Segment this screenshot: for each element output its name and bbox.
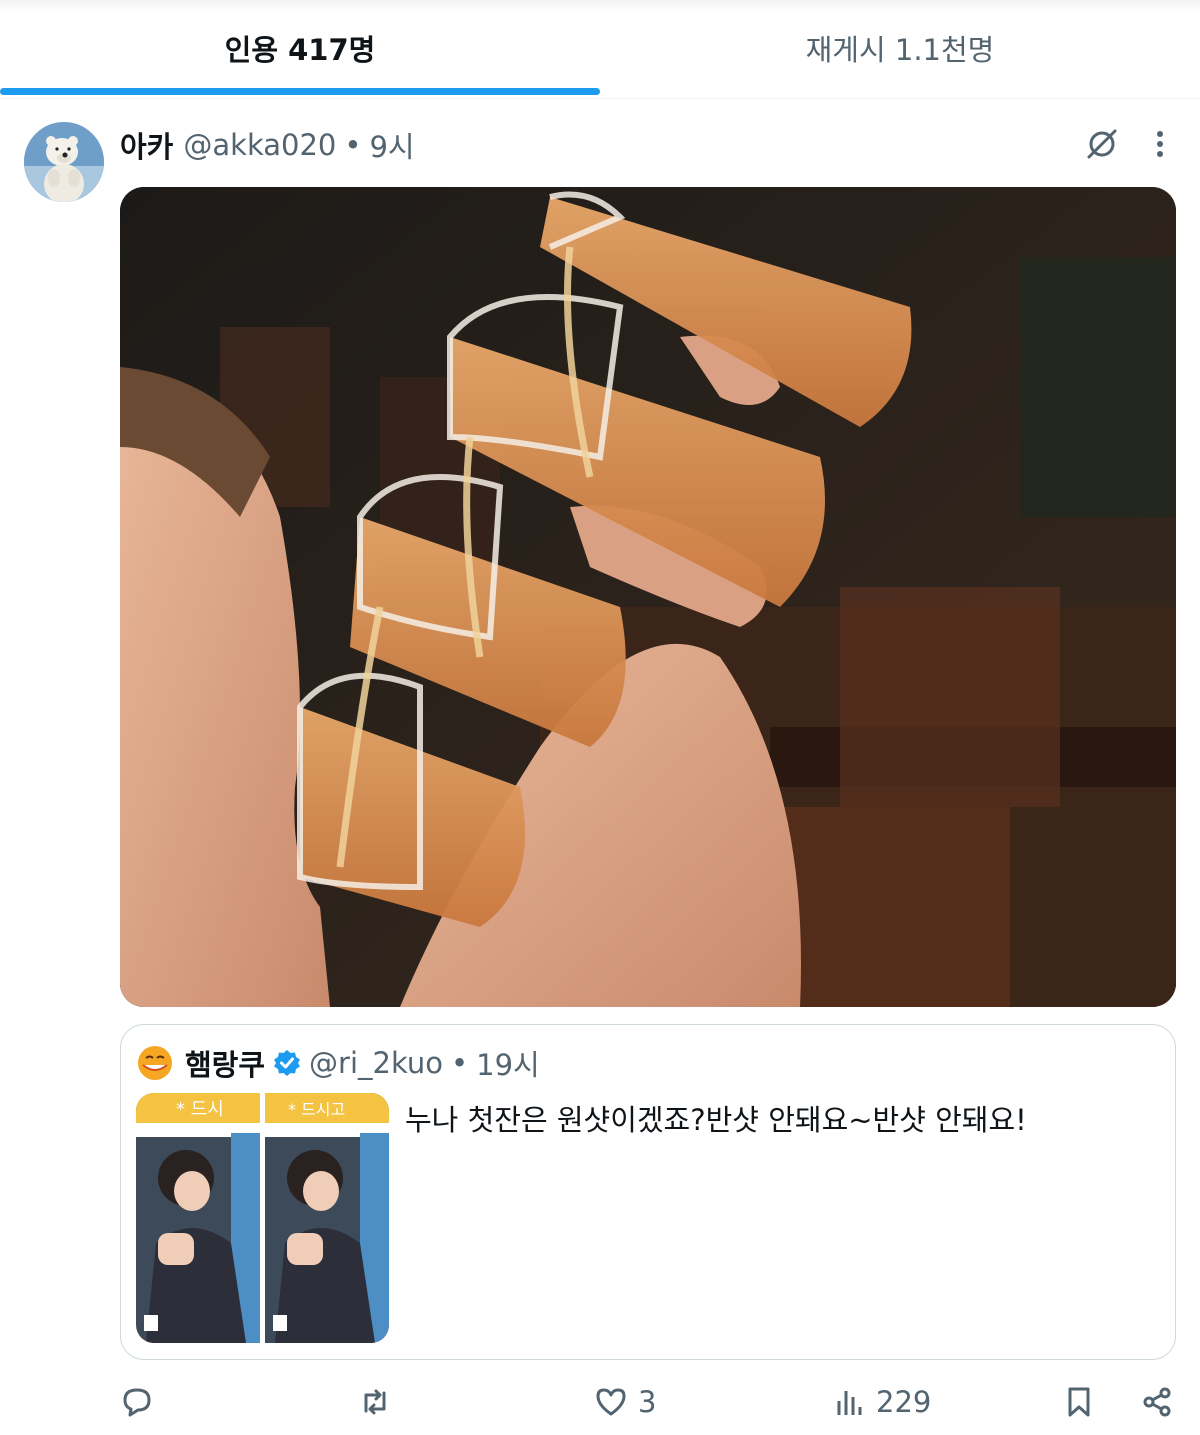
separator-dot: • <box>344 128 362 162</box>
repost-button[interactable] <box>358 1378 392 1426</box>
verified-badge-icon <box>274 1050 301 1076</box>
view-count: 229 <box>876 1385 932 1419</box>
tab-reposts[interactable]: 재게시 1.1천명 <box>600 0 1200 96</box>
thumb-sign-right: * 드시고 <box>288 1100 345 1119</box>
polar-bear-avatar-image <box>24 122 104 202</box>
share-icon <box>1143 1387 1171 1417</box>
heart-icon <box>596 1388 626 1416</box>
tab-selected-indicator <box>0 88 600 95</box>
grok-icon[interactable] <box>1084 126 1120 162</box>
quoted-display-name[interactable]: 햄랑쿠 <box>185 1042 265 1084</box>
like-button[interactable]: 3 <box>594 1378 656 1426</box>
quoted-tweet-card[interactable]: 햄랑쿠 @ri_2kuo • 19시 * 드시 * 드시고 누나 첫잔은 원샷이… <box>120 1024 1176 1360</box>
tweet-media-photo[interactable] <box>120 187 1176 1007</box>
tab-quotes[interactable]: 인용 417명 <box>0 0 600 96</box>
tab-bar: 인용 417명 재게시 1.1천명 <box>0 0 1200 99</box>
retweet-icon <box>364 1389 386 1415</box>
quoted-user-handle[interactable]: @ri_2kuo <box>309 1046 443 1080</box>
views-button[interactable]: 229 <box>832 1378 931 1426</box>
beer-cups-photo <box>120 187 1176 1007</box>
quoted-tweet-time[interactable]: 19시 <box>476 1042 540 1084</box>
tweet-header: 아카 @akka020 • 9시 <box>120 122 415 168</box>
bookmark-button[interactable] <box>1062 1378 1096 1426</box>
quoted-media-thumbnail[interactable]: * 드시 * 드시고 <box>136 1093 389 1343</box>
tweet-time[interactable]: 9시 <box>369 124 414 166</box>
like-count: 3 <box>638 1385 657 1419</box>
quoted-photo-pair: * 드시 * 드시고 <box>136 1093 389 1343</box>
more-options-icon[interactable] <box>1145 126 1175 162</box>
quoted-separator-dot: • <box>451 1046 469 1080</box>
quoted-tweet-header: 햄랑쿠 @ri_2kuo • 19시 <box>137 1041 540 1085</box>
reply-button[interactable] <box>120 1378 154 1426</box>
views-icon <box>837 1391 862 1415</box>
avatar[interactable] <box>24 122 104 202</box>
share-button[interactable] <box>1140 1378 1174 1426</box>
display-name[interactable]: 아카 <box>120 124 173 166</box>
quoted-avatar[interactable] <box>137 1045 173 1081</box>
bookmark-icon <box>1068 1387 1090 1417</box>
quoted-tweet-text: 누나 첫잔은 원샷이겠죠?반샷 안돼요~반샷 안돼요! <box>405 1103 1027 1137</box>
thumb-sign-left: * 드시 <box>176 1099 224 1120</box>
reply-icon <box>123 1388 151 1417</box>
user-handle[interactable]: @akka020 <box>183 128 336 162</box>
